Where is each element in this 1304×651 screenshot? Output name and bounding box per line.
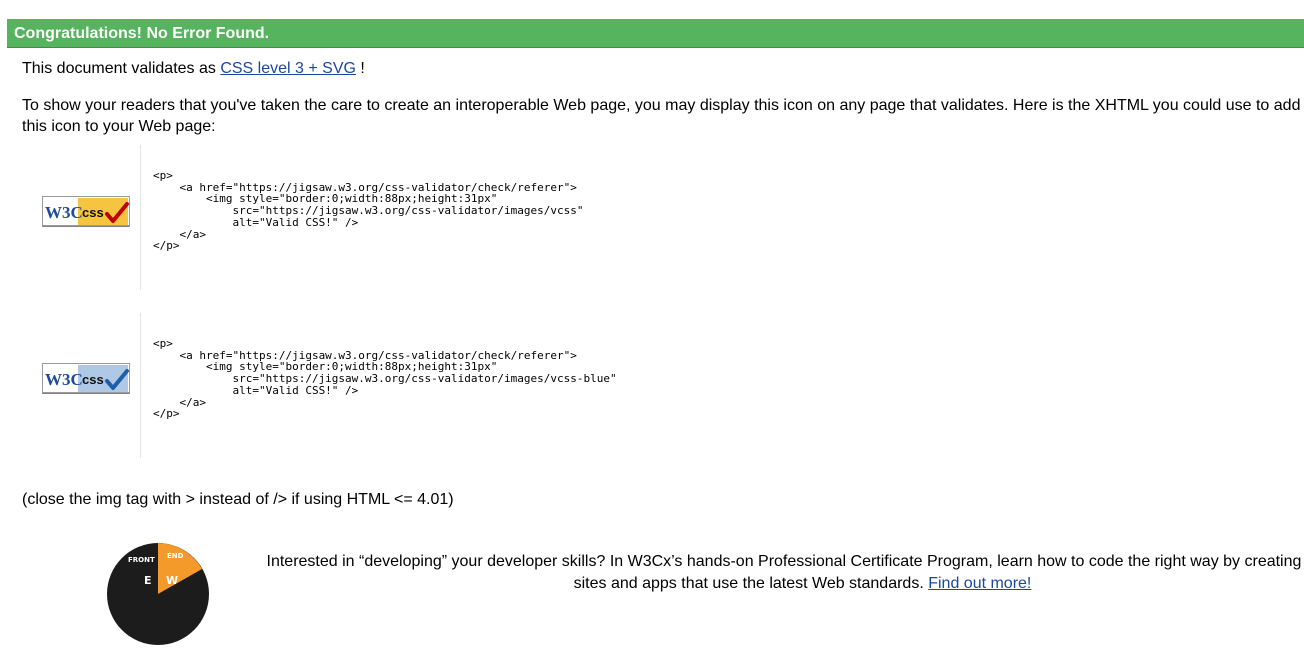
validation-statement: This document validates as CSS level 3 +…	[22, 59, 365, 79]
validation-prefix: This document validates as	[22, 60, 216, 77]
badge-logo-text: W3C	[45, 370, 83, 389]
promo-text: Interested in “developing” your develope…	[266, 553, 1304, 592]
code-divider	[140, 145, 141, 290]
valid-css-badge-gold[interactable]: W3C css	[42, 196, 130, 227]
badge-logo-text: W3C	[45, 203, 83, 222]
validation-suffix: !	[360, 60, 365, 77]
logo-letter-e: E	[144, 574, 152, 587]
badge-code-snippet: <p> <a href="https://jigsaw.w3.org/css-v…	[153, 337, 617, 421]
badge-css-text: css	[82, 372, 104, 387]
logo-word-front: FRONT	[128, 556, 155, 564]
logo-word-end: END	[167, 552, 184, 560]
find-out-more-link[interactable]: Find out more!	[928, 575, 1031, 592]
fwd-logo-icon: FRONT END E W	[107, 543, 209, 645]
success-title: Congratulations! No Error Found.	[14, 25, 270, 42]
w3c-css-badge-icon: W3C css	[42, 363, 130, 394]
html-note: (close the img tag with > instead of /> …	[22, 491, 454, 508]
valid-css-badge-blue[interactable]: W3C css	[42, 363, 130, 394]
badge-code-snippet: <p> <a href="https://jigsaw.w3.org/css-v…	[153, 169, 584, 253]
badge-css-text: css	[82, 205, 104, 220]
promo-paragraph: Interested in “developing” your develope…	[260, 551, 1304, 595]
code-divider	[140, 313, 141, 458]
badge-row-gold: W3C css <p> <a href="https://jigsaw.w3.o…	[0, 145, 1304, 290]
logo-letter-w: W	[166, 574, 178, 587]
success-banner: Congratulations! No Error Found.	[7, 19, 1304, 48]
w3c-css-badge-icon: W3C css	[42, 196, 130, 227]
frontend-logo: FRONT END E W	[106, 542, 210, 646]
css-level-link[interactable]: CSS level 3 + SVG	[220, 60, 356, 77]
badge-row-blue: W3C css <p> <a href="https://jigsaw.w3.o…	[0, 313, 1304, 458]
intro-paragraph: To show your readers that you've taken t…	[22, 97, 1301, 135]
